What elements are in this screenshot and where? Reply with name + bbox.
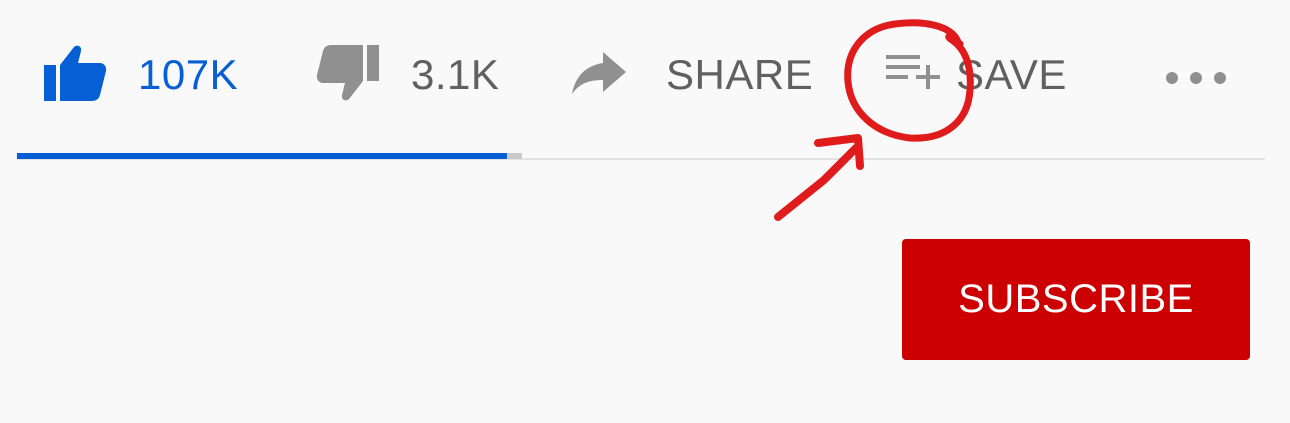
hand-drawn-arrow: [774, 134, 864, 221]
more-horizontal-icon: [1164, 68, 1228, 93]
save-button[interactable]: SAVE: [882, 40, 1067, 110]
like-count: 107K: [138, 51, 239, 98]
video-actions-panel: 107K 3.1K SHARE SAVE SUBSCRIBE: [0, 0, 1290, 423]
like-button[interactable]: 107K: [42, 40, 238, 110]
save-label: SAVE: [956, 51, 1067, 98]
sentiment-bar: [17, 153, 522, 159]
subscribe-button[interactable]: SUBSCRIBE: [902, 239, 1250, 360]
dislike-button[interactable]: 3.1K: [315, 40, 499, 110]
thumbs-down-icon: [315, 43, 381, 108]
sentiment-bar-like-fill: [17, 153, 507, 159]
more-actions-button[interactable]: [1164, 60, 1228, 100]
share-button[interactable]: SHARE: [570, 40, 813, 110]
thumbs-up-icon: [42, 43, 108, 108]
dislike-count: 3.1K: [411, 51, 500, 98]
share-arrow-icon: [570, 50, 628, 101]
share-label: SHARE: [666, 51, 814, 98]
playlist-add-icon: [882, 51, 944, 100]
